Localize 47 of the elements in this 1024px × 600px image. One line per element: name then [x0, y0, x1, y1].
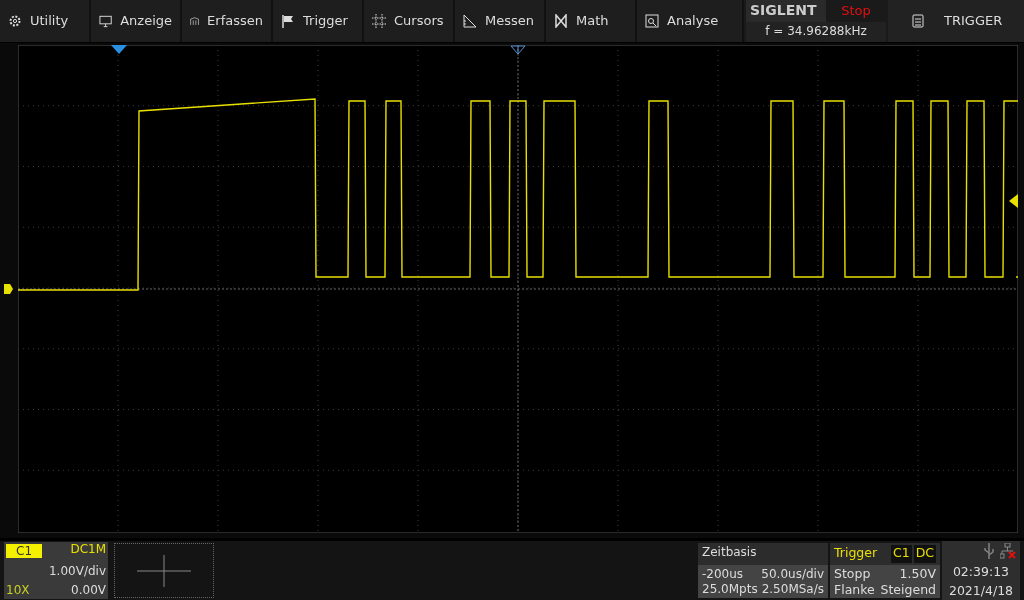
trigger-coupling: DC: [913, 545, 936, 563]
clock-date: 2021/4/18: [948, 583, 1014, 598]
usb-icon: [984, 543, 994, 559]
center-time-marker: [510, 44, 526, 55]
run-state[interactable]: Stop: [826, 0, 886, 22]
add-channel-button[interactable]: [114, 543, 214, 598]
trigger-level: 1.50V: [899, 566, 936, 582]
sample-rate: 2.50MSa/s: [761, 582, 824, 597]
time-scale: 50.0us/div: [761, 566, 824, 581]
menu-button[interactable]: Utility: [0, 0, 91, 42]
horizontal-delay: -200us: [702, 566, 744, 581]
menu-button[interactable]: Cursors: [364, 0, 455, 42]
menu-button[interactable]: Math: [546, 0, 637, 42]
frequency-readout: f = 34.96288kHz: [764, 23, 868, 38]
menu-button[interactable]: Erfassen: [182, 0, 273, 42]
vertical-scale: 1.00V/div: [48, 563, 106, 578]
memory-depth: 25.0Mpts: [702, 582, 758, 597]
math-icon: [554, 13, 568, 28]
vertical-offset: 0.00V: [71, 583, 106, 597]
brand-logo: SIGLENT: [746, 0, 826, 22]
trigger-panel-button[interactable]: TRIGGER: [888, 0, 1024, 42]
channel-panel[interactable]: C1 DC1M 1.00V/div 10X 0.00V: [4, 542, 108, 599]
grid-icon: [372, 13, 386, 28]
trigger-slope: Steigend: [880, 581, 936, 597]
clock-time: 02:39:13: [952, 563, 1010, 579]
menu-button[interactable]: Analyse: [637, 0, 744, 42]
trigger-level-marker[interactable]: [1009, 193, 1018, 208]
channel-ground-marker[interactable]: [4, 283, 13, 294]
plus-icon: [137, 554, 191, 587]
trigger-type: Flanke: [834, 581, 875, 597]
channel-label: C1: [6, 544, 42, 558]
monitor-icon: [99, 13, 113, 28]
settings-icon: [8, 13, 22, 28]
probe-attenuation: 10X: [6, 583, 30, 597]
clipboard-icon: [912, 13, 924, 28]
flag-icon: [281, 13, 295, 28]
magnifier-icon: [645, 13, 659, 28]
timebase-title: Zeitbasis: [702, 545, 757, 559]
menu-button[interactable]: Anzeige: [91, 0, 182, 42]
ruler-triangle-icon: [463, 13, 477, 28]
network-disconnected-icon: [1000, 543, 1016, 559]
trigger-title: Trigger: [834, 545, 878, 562]
trigger-mode: Stopp: [834, 566, 871, 582]
coupling-label: DC1M: [70, 542, 106, 558]
menu-button[interactable]: Trigger: [273, 0, 364, 42]
trigger-source: C1: [890, 545, 912, 563]
menu-button[interactable]: Messen: [455, 0, 546, 42]
